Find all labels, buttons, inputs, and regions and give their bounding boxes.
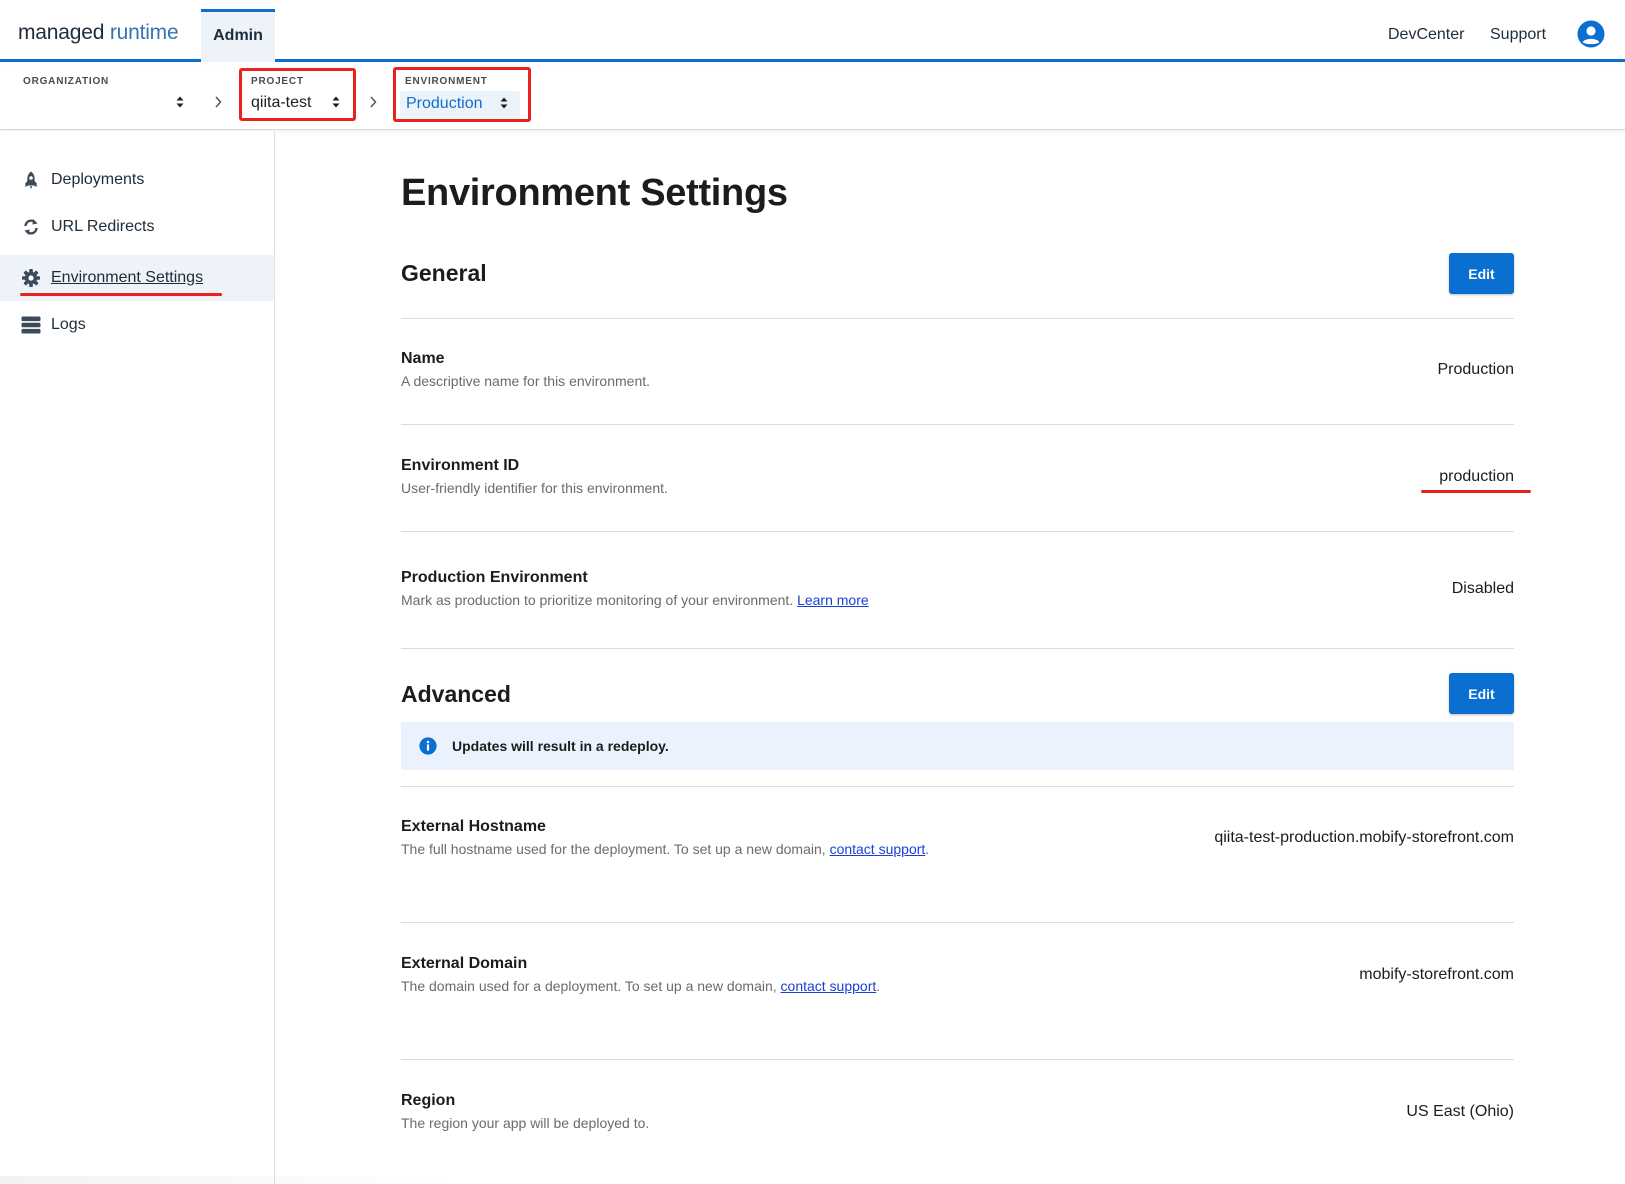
section-title-general: General — [401, 260, 487, 286]
setting-title-environment-id: Environment ID — [401, 457, 520, 474]
annotation-box-project — [239, 68, 356, 121]
brand-logo[interactable]: managed runtime — [18, 21, 179, 45]
setting-description-external-domain: The domain used for a deployment. To set… — [401, 978, 880, 994]
breadcrumb-chevron-icon — [215, 96, 222, 108]
setting-title-external-domain: External Domain — [401, 955, 528, 972]
gear-icon — [22, 269, 40, 287]
setting-value-region: US East (Ohio) — [1406, 1103, 1514, 1120]
advanced-edit-button[interactable]: Edit — [1449, 673, 1514, 714]
sidebar-item-label: Deployments — [51, 171, 145, 188]
setting-title-production-environment: Production Environment — [401, 569, 588, 586]
contact-support-link[interactable]: contact support — [781, 978, 877, 994]
setting-value-external-domain: mobify-storefront.com — [1359, 966, 1514, 983]
divider — [401, 531, 1514, 532]
contact-support-link[interactable]: contact support — [830, 841, 926, 857]
sidebar-item-label: Logs — [51, 316, 86, 333]
info-icon — [419, 737, 437, 755]
setting-description-external-hostname: The full hostname used for the deploymen… — [401, 841, 929, 857]
breadcrumb-chevron-icon — [370, 96, 377, 108]
tab-admin[interactable]: Admin — [201, 9, 275, 62]
divider — [401, 922, 1514, 923]
setting-title-external-hostname: External Hostname — [401, 818, 546, 835]
annotation-underline-environment-id — [1421, 490, 1531, 493]
setting-description-name: A descriptive name for this environment. — [401, 373, 651, 389]
organization-selector-icon[interactable] — [175, 95, 185, 109]
divider — [401, 424, 1514, 425]
general-edit-button[interactable]: Edit — [1449, 253, 1514, 294]
sidebar-item-deployments[interactable]: Deployments — [0, 157, 274, 203]
setting-value-production-environment: Disabled — [1451, 580, 1514, 597]
rocket-icon — [25, 171, 37, 189]
divider — [401, 1059, 1514, 1060]
top-navigation-bar: managed runtime Admin DevCenter Support — [0, 0, 1625, 62]
setting-value-external-hostname: qiita-test-production.mobify-storefront.… — [1214, 829, 1514, 846]
annotation-box-environment — [393, 67, 531, 122]
setting-title-name: Name — [401, 350, 445, 367]
sidebar-item-url-redirects[interactable]: URL Redirects — [0, 204, 274, 250]
bottom-edge-shadow — [0, 1176, 460, 1184]
redeploy-info-banner: Updates will result in a redeploy. — [401, 722, 1514, 770]
description-suffix: . — [925, 841, 930, 857]
sidebar: Deployments URL Redirects Environment Se… — [0, 131, 275, 1184]
description-text: The full hostname used for the deploymen… — [401, 841, 826, 857]
page-title: Environment Settings — [401, 172, 788, 214]
description-text: The domain used for a deployment. To set… — [401, 978, 777, 994]
sidebar-item-label: URL Redirects — [51, 218, 155, 235]
description-text: Mark as production to prioritize monitor… — [401, 592, 794, 608]
divider — [401, 648, 1514, 649]
annotation-underline-sidebar — [20, 293, 222, 296]
divider — [401, 786, 1514, 787]
setting-value-name: Production — [1437, 361, 1515, 378]
setting-value-environment-id: production — [1439, 468, 1514, 485]
sidebar-item-label: Environment Settings — [51, 269, 204, 286]
divider — [401, 318, 1514, 319]
description-suffix: . — [876, 978, 881, 994]
logs-icon — [21, 316, 41, 334]
setting-description-production-environment: Mark as production to prioritize monitor… — [401, 592, 869, 608]
user-account-icon[interactable] — [1577, 20, 1605, 48]
sidebar-item-logs[interactable]: Logs — [0, 302, 274, 348]
organization-label: ORGANIZATION — [23, 76, 110, 87]
banner-text: Updates will result in a redeploy. — [452, 738, 669, 754]
support-link[interactable]: Support — [1490, 26, 1546, 44]
brand-logo-part1: managed — [18, 21, 105, 44]
devcenter-link[interactable]: DevCenter — [1388, 26, 1464, 44]
setting-title-region: Region — [401, 1092, 456, 1109]
redirect-icon — [24, 219, 38, 235]
setting-description-region: The region your app will be deployed to. — [401, 1115, 650, 1131]
setting-description-environment-id: User-friendly identifier for this enviro… — [401, 480, 668, 496]
brand-logo-part2: runtime — [109, 21, 179, 44]
section-title-advanced: Advanced — [401, 681, 511, 707]
learn-more-link[interactable]: Learn more — [797, 592, 869, 608]
